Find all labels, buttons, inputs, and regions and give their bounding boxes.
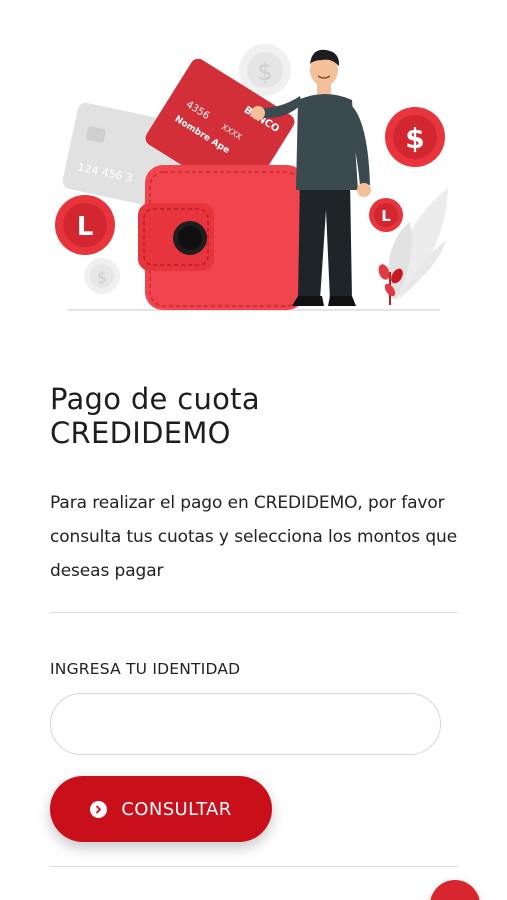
coin-icon: $ xyxy=(385,107,445,167)
consult-button-label: CONSULTAR xyxy=(121,798,232,820)
hero-illustration: $ $ 124 456 3 L BANCO 4356 XXXX Nombre A… xyxy=(0,0,507,330)
coin-icon: L xyxy=(369,198,403,232)
svg-text:$: $ xyxy=(405,122,424,155)
svg-text:L: L xyxy=(381,207,391,225)
divider xyxy=(50,612,458,613)
chevron-right-circle-icon xyxy=(90,800,108,818)
coin-icon: $ xyxy=(84,258,120,294)
coin-icon: L xyxy=(55,195,115,255)
divider xyxy=(50,866,458,867)
page-title-line2: CREDIDEMO xyxy=(50,416,231,450)
page-description: Para realizar el pago en CREDIDEMO, por … xyxy=(50,493,458,581)
floating-action-button[interactable] xyxy=(430,880,480,900)
svg-text:$: $ xyxy=(257,58,272,86)
wallet-icon xyxy=(138,165,305,310)
identity-input[interactable] xyxy=(50,693,441,755)
page-title-line1: Pago de cuota xyxy=(50,382,260,416)
identity-label: INGRESA TU IDENTIDAD xyxy=(50,660,241,678)
svg-text:$: $ xyxy=(97,268,107,287)
consult-button[interactable]: CONSULTAR xyxy=(50,776,272,842)
page-title: Pago de cuota CREDIDEMO xyxy=(50,382,470,450)
svg-text:L: L xyxy=(77,212,94,242)
